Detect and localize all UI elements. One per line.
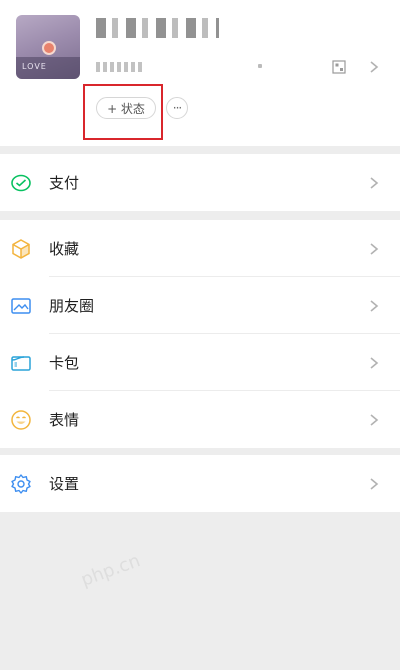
menu-item-pay[interactable]: 支付: [0, 154, 400, 211]
wechat-id-blurred: [96, 62, 142, 72]
menu-group-main: 收藏 朋友圈 卡包 表情: [0, 220, 400, 448]
watermark: php.cn: [78, 550, 144, 591]
settings-gear-icon: [11, 474, 31, 494]
menu-item-settings[interactable]: 设置: [0, 455, 400, 512]
more-options-button[interactable]: ···: [166, 97, 188, 119]
menu-item-favorites[interactable]: 收藏: [0, 220, 400, 277]
menu-item-label: 表情: [49, 411, 80, 429]
moments-photo-icon: [11, 298, 31, 314]
menu-item-stickers[interactable]: 表情: [0, 391, 400, 448]
sticker-smiley-icon: [11, 410, 31, 430]
chevron-right-icon: [370, 177, 379, 189]
avatar-text: LOVE: [22, 62, 47, 71]
chevron-right-icon[interactable]: [368, 60, 380, 74]
menu-item-label: 支付: [49, 174, 80, 192]
chevron-right-icon: [370, 243, 379, 255]
highlight-annotation-box: [83, 84, 163, 140]
nickname-blurred: [96, 18, 219, 38]
more-options-label: ···: [172, 101, 183, 115]
menu-item-moments[interactable]: 朋友圈: [0, 277, 400, 334]
card-wallet-icon: [11, 356, 31, 371]
menu-item-cards[interactable]: 卡包: [0, 334, 400, 391]
menu-item-label: 卡包: [49, 354, 80, 372]
chevron-right-icon: [370, 357, 379, 369]
menu-item-label: 朋友圈: [49, 297, 95, 315]
chevron-right-icon: [370, 478, 379, 490]
menu-group-pay: 支付: [0, 154, 400, 211]
chevron-right-icon: [370, 300, 379, 312]
qr-code-icon[interactable]: [332, 60, 346, 74]
favorites-cube-icon: [12, 239, 30, 259]
wechat-pay-icon: [11, 174, 31, 192]
chevron-right-icon: [370, 414, 379, 426]
profile-header[interactable]: LOVE + 状态 ···: [0, 0, 400, 146]
menu-group-settings: 设置: [0, 455, 400, 512]
wechat-id-blurred-tail: [258, 64, 262, 68]
menu-item-label: 设置: [49, 475, 80, 493]
avatar-decoration: [42, 41, 56, 55]
menu-item-label: 收藏: [49, 240, 80, 258]
avatar[interactable]: LOVE: [16, 15, 80, 79]
